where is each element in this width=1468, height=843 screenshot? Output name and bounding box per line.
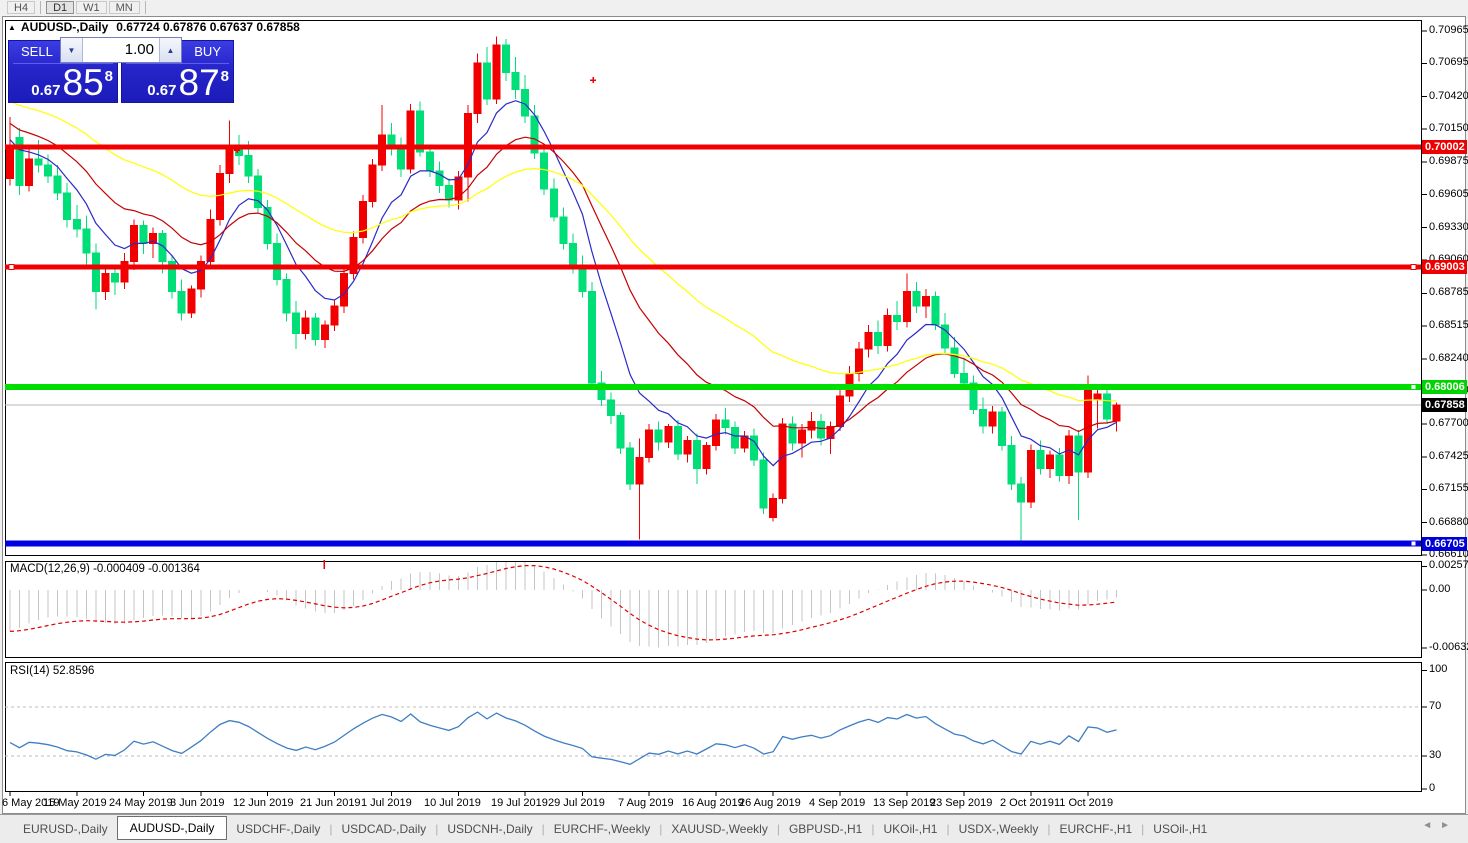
date-axis-label: 1 Jul 2019 [361,797,412,809]
volume-value[interactable]: 1.00 [83,38,159,62]
chart-tab-eurusd-daily[interactable]: EURUSD-,Daily [14,818,117,840]
price-axis-tick: 0.68240 [1429,352,1468,364]
timeframe-button-w1[interactable]: W1 [76,1,107,14]
sell-price-prefix: 0.67 [31,82,61,99]
rsi-axis-tick: 70 [1429,700,1442,712]
chart-ohlc-values: 0.67724 0.67876 0.67637 0.67858 [116,20,300,34]
collapse-trade-panel-icon[interactable]: ▲ [8,23,16,32]
timeframe-button-mn[interactable]: MN [108,1,140,14]
macd-axis-tick: -0.006326 [1429,641,1468,653]
level-price-badge: 0.69003 [1422,260,1467,274]
macd-axis-tick: 0.002574 [1429,559,1468,571]
price-axis-tick: 0.67155 [1429,482,1468,494]
date-axis-label: 24 May 2019 [109,797,173,809]
price-axis-tick: 0.70150 [1429,122,1468,134]
macd-axis-tick: 0.00 [1429,583,1451,595]
one-click-trade-panel: SELL 0.67 85 8 BUY 0.67 87 8 ▼ 1.00 ▲ [8,37,234,103]
timeframe-button-list: H4 D1 W1 MN [6,1,150,14]
mt4-terminal: H4 D1 W1 MN ▲ AUDUSD-,Daily 0.67724 0.67876 0… [0,0,1468,843]
date-axis-label: 23 Sep 2019 [930,797,993,809]
chart-tab-xauusd-weekly[interactable]: XAUUSD-,Weekly [662,818,776,840]
level-price-badge: 0.70002 [1422,140,1467,154]
price-axis-tick: 0.67700 [1429,417,1468,429]
tab-scroll-arrows: ◄► [1422,820,1458,831]
current-price-badge: 0.67858 [1422,398,1467,412]
chart-tab-audusd-daily[interactable]: AUDUSD-,Daily [116,816,228,840]
price-axis-tick: 0.68785 [1429,286,1468,298]
date-axis-label: 29 Jul 2019 [548,797,605,809]
toolbar-separator [40,1,42,14]
chart-tab-eurchf-h1[interactable]: EURCHF-,H1 [1051,818,1142,840]
price-axis-tick: 0.69330 [1429,221,1468,233]
volume-increase-button[interactable]: ▲ [159,38,181,62]
price-axis-tick: 0.69875 [1429,155,1468,167]
price-axis-tick: 0.69605 [1429,188,1468,200]
sell-label: SELL [21,44,53,59]
date-axis-label: 21 Jun 2019 [300,797,361,809]
date-axis-label: 3 Jun 2019 [170,797,225,809]
macd-indicator-label: MACD(12,26,9) -0.000409 -0.001364 [10,563,200,575]
volume-decrease-button[interactable]: ▼ [61,38,83,62]
level-price-badge: 0.66705 [1422,537,1467,551]
buy-price-big: 87 [178,62,220,103]
level-price-badge: 0.68006 [1422,380,1467,394]
chart-symbol-label: AUDUSD-,Daily [20,20,109,34]
chart-window [2,16,1466,814]
tab-scroll-right-icon[interactable]: ► [1440,820,1458,831]
rsi-indicator-label: RSI(14) 52.8596 [10,665,95,677]
date-axis-label: 15 May 2019 [43,797,107,809]
buy-label: BUY [194,44,221,59]
rsi-axis-tick: 100 [1429,663,1448,675]
chart-tab-usdx-weekly[interactable]: USDX-,Weekly [950,818,1048,840]
price-axis-tick: 0.70965 [1429,24,1468,36]
chart-tab-usoil-h1[interactable]: USOil-,H1 [1144,818,1216,840]
sell-price: 0.67 85 8 [9,62,113,103]
chart-tab-usdchf-daily[interactable]: USDCHF-,Daily [227,818,329,840]
tab-scroll-left-icon[interactable]: ◄ [1422,820,1440,831]
chart-tab-bar: EURUSD-,Daily AUDUSD-,Daily USDCHF-,Daily |… [0,814,1468,843]
sell-price-pip: 8 [104,68,113,85]
timeframe-button-d1[interactable]: D1 [46,1,75,14]
timeframe-toolbar: H4 D1 W1 MN [0,0,1468,15]
rsi-axis-tick: 30 [1429,749,1442,761]
date-axis-label: 7 Aug 2019 [618,797,674,809]
date-axis-label: 4 Sep 2019 [809,797,866,809]
buy-price: 0.67 87 8 [122,62,229,103]
volume-stepper: ▼ 1.00 ▲ [60,37,182,63]
date-axis-label: 12 Jun 2019 [233,797,294,809]
price-axis-tick: 0.70695 [1429,56,1468,68]
date-axis-label: 13 Sep 2019 [873,797,936,809]
chart-tab-usdcnh-daily[interactable]: USDCNH-,Daily [438,818,541,840]
price-axis-tick: 0.70420 [1429,90,1468,102]
rsi-axis-tick: 0 [1429,782,1436,794]
chart-tab-ukoil-h1[interactable]: UKOil-,H1 [874,818,946,840]
chart-tab-eurchf-weekly[interactable]: EURCHF-,Weekly [545,818,659,840]
date-axis-label: 19 Jul 2019 [491,797,548,809]
buy-price-prefix: 0.67 [147,82,177,99]
toolbar-separator [144,1,146,14]
price-axis-tick: 0.67425 [1429,450,1468,462]
price-axis-tick: 0.66880 [1429,516,1468,528]
price-axis-tick: 0.68515 [1429,319,1468,331]
buy-price-pip: 8 [220,68,229,85]
sell-price-big: 85 [62,62,104,103]
chart-tab-gbpusd-h1[interactable]: GBPUSD-,H1 [780,818,871,840]
date-axis-label: 26 Aug 2019 [739,797,801,809]
chart-title: ▲ AUDUSD-,Daily 0.67724 0.67876 0.67637 0.… [8,20,300,34]
chart-tab-usdcad-daily[interactable]: USDCAD-,Daily [333,818,436,840]
date-axis-label: 11 Oct 2019 [1054,797,1114,809]
date-axis-label: 2 Oct 2019 [1000,797,1054,809]
date-axis-label: 16 Aug 2019 [682,797,744,809]
date-axis-label: 10 Jul 2019 [424,797,481,809]
timeframe-button-h4[interactable]: H4 [7,1,36,14]
